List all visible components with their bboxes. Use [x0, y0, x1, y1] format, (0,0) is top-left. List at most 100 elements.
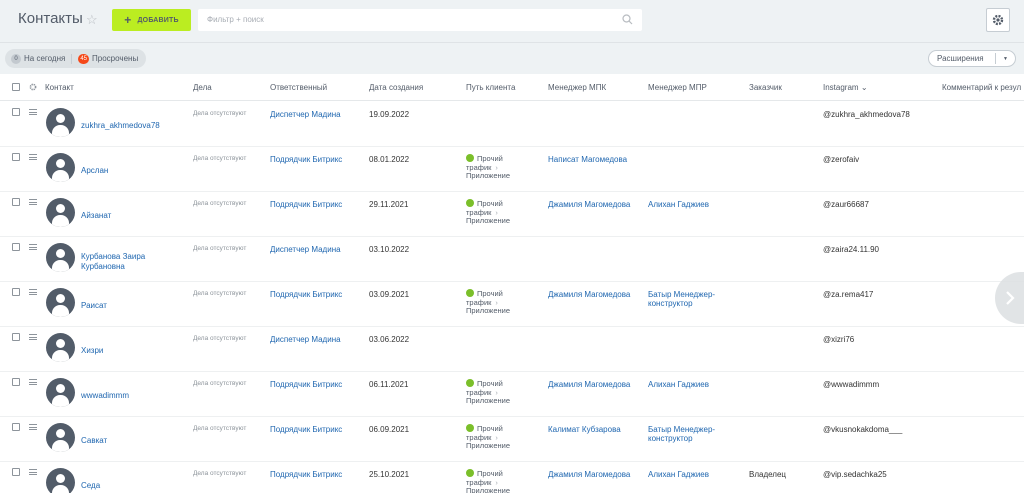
- client-path[interactable]: Прочий трафик › Приложение: [466, 469, 510, 493]
- responsible-link[interactable]: Подрядчик Битрикс: [270, 470, 342, 479]
- path-step-3: Приложение: [466, 441, 510, 450]
- row-menu-icon[interactable]: [29, 379, 37, 385]
- manager-mpk-link[interactable]: Джамиля Магомедова: [548, 200, 630, 209]
- row-menu-icon[interactable]: [29, 424, 37, 430]
- manager-mpr-link[interactable]: Алихан Гаджиев: [648, 470, 728, 479]
- row-checkbox[interactable]: [12, 288, 20, 296]
- manager-mpk-link[interactable]: Джамиля Магомедова: [548, 380, 630, 389]
- row-checkbox[interactable]: [12, 333, 20, 341]
- responsible-link[interactable]: Подрядчик Битрикс: [270, 425, 342, 434]
- manager-mpk-link[interactable]: Калимат Кубзарова: [548, 425, 621, 434]
- contact-name-link[interactable]: zukhra_akhmedova78: [81, 121, 191, 131]
- row-menu-icon[interactable]: [29, 469, 37, 475]
- row-checkbox[interactable]: [12, 243, 20, 251]
- contact-name-link[interactable]: Седа: [81, 481, 191, 491]
- row-checkbox[interactable]: [12, 198, 20, 206]
- search-icon[interactable]: [621, 13, 634, 26]
- table-row[interactable]: zukhra_akhmedova78 Дела отсутствуют Диспет…: [0, 102, 1024, 147]
- column-instagram[interactable]: Instagram ⌄: [823, 83, 868, 92]
- column-mpr[interactable]: Менеджер МПР: [648, 83, 707, 92]
- column-contact[interactable]: Контакт: [45, 83, 74, 92]
- row-menu-icon[interactable]: [29, 109, 37, 115]
- avatar[interactable]: [46, 198, 75, 227]
- contact-name-link[interactable]: Раисат: [81, 301, 191, 311]
- favorite-star-icon[interactable]: ☆: [86, 12, 98, 28]
- responsible-link[interactable]: Подрядчик Битрикс: [270, 380, 342, 389]
- instagram-value: @zaur66687: [823, 200, 869, 209]
- contact-name-link[interactable]: Савкат: [81, 436, 191, 446]
- column-customer[interactable]: Заказчик: [749, 83, 782, 92]
- client-path[interactable]: Прочий трафик › Приложение: [466, 199, 510, 226]
- table-row[interactable]: Арслан Дела отсутствуют Подрядчик Битрикс 0…: [0, 147, 1024, 192]
- avatar[interactable]: [46, 423, 75, 452]
- client-path[interactable]: Прочий трафик › Приложение: [466, 289, 510, 316]
- contact-name-link[interactable]: Арслан: [81, 166, 191, 176]
- manager-mpk-link[interactable]: Джамиля Магомедова: [548, 290, 630, 299]
- avatar[interactable]: [46, 333, 75, 362]
- column-deals[interactable]: Дела: [193, 83, 212, 92]
- manager-mpk-link[interactable]: Джамиля Магомедова: [548, 470, 630, 479]
- contact-name-link[interactable]: Курбанова Заира Курбановна: [81, 252, 151, 272]
- column-settings-gear-icon[interactable]: [29, 83, 37, 91]
- extensions-button[interactable]: Расширения ▼: [928, 50, 1016, 67]
- client-path[interactable]: Прочий трафик › Приложение: [466, 154, 510, 181]
- manager-mpr-link[interactable]: Алихан Гаджиев: [648, 380, 728, 389]
- avatar[interactable]: [46, 153, 75, 182]
- manager-mpk-link[interactable]: Написат Магомедова: [548, 155, 627, 164]
- row-menu-icon[interactable]: [29, 154, 37, 160]
- manager-mpr-link[interactable]: Батыр Менеджер-конструктор: [648, 425, 728, 443]
- add-button[interactable]: + ДОБАВИТЬ: [112, 9, 191, 31]
- avatar[interactable]: [46, 378, 75, 407]
- chevron-down-icon[interactable]: ▼: [995, 53, 1015, 64]
- created-date: 25.10.2021: [369, 470, 410, 479]
- counter-overdue[interactable]: 45 Просрочены: [78, 53, 138, 64]
- row-menu-icon[interactable]: [29, 289, 37, 295]
- row-menu-icon[interactable]: [29, 244, 37, 250]
- manager-mpr-link[interactable]: Алихан Гаджиев: [648, 200, 728, 209]
- counter-today[interactable]: 0 На сегодня: [11, 53, 65, 64]
- responsible-link[interactable]: Подрядчик Битрикс: [270, 200, 342, 209]
- settings-button[interactable]: [986, 8, 1010, 32]
- avatar[interactable]: [46, 243, 75, 272]
- row-checkbox[interactable]: [12, 468, 20, 476]
- table-row[interactable]: Савкат Дела отсутствуют Подрядчик Битрикс 0…: [0, 417, 1024, 462]
- table-row[interactable]: wwwadimmm Дела отсутствуют Подрядчик Битри…: [0, 372, 1024, 417]
- select-all-checkbox[interactable]: [12, 83, 20, 91]
- contact-name-link[interactable]: wwwadimmm: [81, 391, 191, 401]
- path-status-icon: [466, 154, 474, 163]
- table-row[interactable]: Седа Дела отсутствуют Подрядчик Битрикс 25.…: [0, 462, 1024, 493]
- chevron-right-icon: [1006, 291, 1015, 305]
- column-comment[interactable]: Комментарий к резул: [942, 83, 1021, 92]
- table-row[interactable]: Хизри Дела отсутствуют Диспетчер Мадина 03.…: [0, 327, 1024, 372]
- table-row[interactable]: Раисат Дела отсутствуют Подрядчик Битрикс 0…: [0, 282, 1024, 327]
- table-row[interactable]: Айзанат Дела отсутствуют Подрядчик Битрикс…: [0, 192, 1024, 237]
- client-path[interactable]: Прочий трафик › Приложение: [466, 424, 510, 451]
- contact-name-link[interactable]: Хизри: [81, 346, 191, 356]
- row-menu-icon[interactable]: [29, 334, 37, 340]
- row-checkbox[interactable]: [12, 153, 20, 161]
- column-created[interactable]: Дата создания: [369, 83, 423, 92]
- manager-mpr-link[interactable]: Батыр Менеджер-конструктор: [648, 290, 728, 308]
- column-responsible[interactable]: Ответственный: [270, 83, 327, 92]
- column-mpk[interactable]: Менеджер МПК: [548, 83, 606, 92]
- avatar[interactable]: [46, 108, 75, 137]
- table-row[interactable]: Курбанова Заира Курбановна Дела отсутству…: [0, 237, 1024, 282]
- created-date: 03.06.2022: [369, 335, 410, 344]
- avatar[interactable]: [46, 288, 75, 317]
- responsible-link[interactable]: Диспетчер Мадина: [270, 110, 341, 119]
- row-checkbox[interactable]: [12, 108, 20, 116]
- header-divider: [0, 42, 1024, 43]
- row-checkbox[interactable]: [12, 423, 20, 431]
- filter-search-input[interactable]: Фильтр + поиск: [198, 9, 642, 31]
- row-menu-icon[interactable]: [29, 199, 37, 205]
- responsible-link[interactable]: Диспетчер Мадина: [270, 335, 341, 344]
- responsible-link[interactable]: Подрядчик Битрикс: [270, 290, 342, 299]
- responsible-link[interactable]: Диспетчер Мадина: [270, 245, 341, 254]
- column-path[interactable]: Путь клиента: [466, 83, 515, 92]
- page-title: Контакты: [18, 10, 83, 27]
- contact-name-link[interactable]: Айзанат: [81, 211, 191, 221]
- client-path[interactable]: Прочий трафик › Приложение: [466, 379, 510, 406]
- avatar[interactable]: [46, 468, 75, 493]
- row-checkbox[interactable]: [12, 378, 20, 386]
- responsible-link[interactable]: Подрядчик Битрикс: [270, 155, 342, 164]
